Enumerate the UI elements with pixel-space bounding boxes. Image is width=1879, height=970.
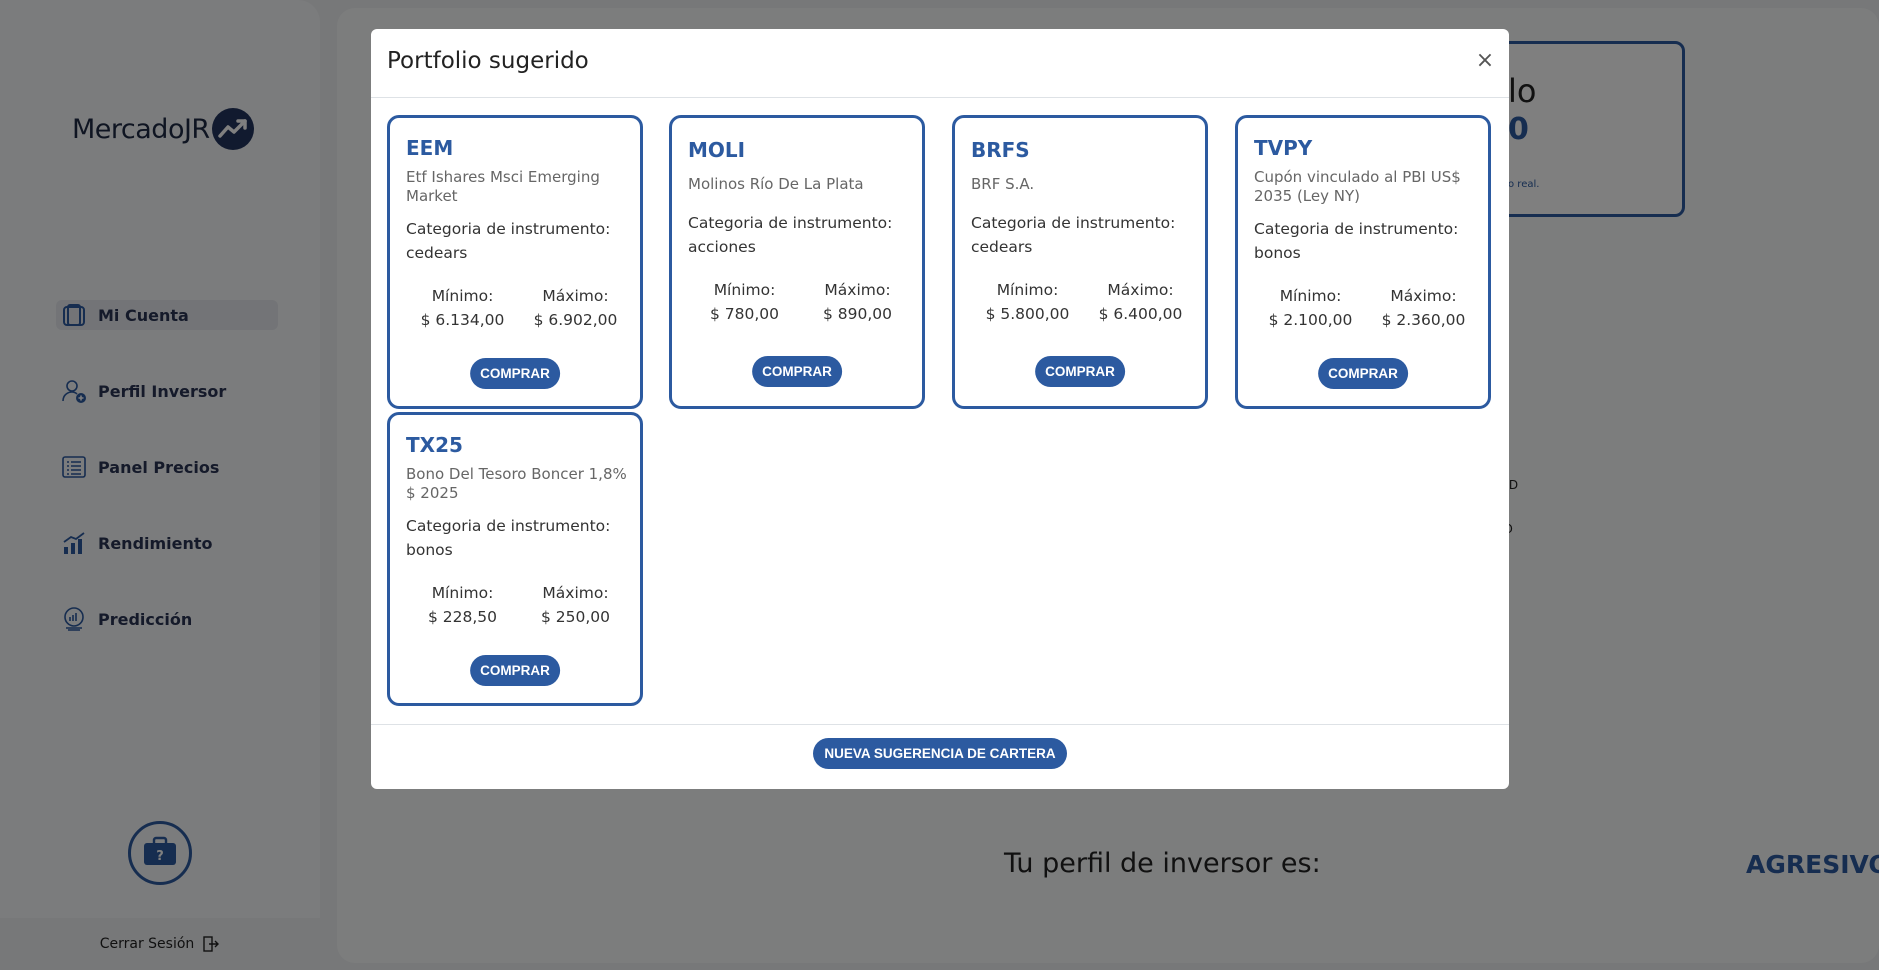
category-label: Categoria de instrumento: <box>688 214 893 232</box>
card-category: Categoria de instrumento: cedears <box>971 211 1197 259</box>
min-label: Mínimo: <box>1279 287 1342 305</box>
min-label: Mínimo: <box>996 281 1059 299</box>
buy-button[interactable]: COMPRAR <box>1318 358 1408 389</box>
card-ticker: BRFS <box>971 138 1030 162</box>
category-label: Categoria de instrumento: <box>971 214 1176 232</box>
close-button[interactable]: × <box>1473 49 1497 73</box>
card-ticker: TVPY <box>1254 136 1313 160</box>
card-name: Molinos Río De La Plata <box>688 175 864 193</box>
instrument-card-tvpy: TVPY Cupón vinculado al PBI US$ 2035 (Le… <box>1235 115 1491 409</box>
max-label: Máximo: <box>824 281 891 299</box>
card-name: Etf Ishares Msci Emerging Market <box>406 168 600 205</box>
category-value: acciones <box>688 238 756 256</box>
card-price-range: Mínimo: $ 6.134,00 Máximo: $ 6.902,00 <box>406 284 632 332</box>
card-ticker: MOLI <box>688 138 746 162</box>
card-category: Categoria de instrumento: bonos <box>1254 217 1480 265</box>
min-value: $ 228,50 <box>427 608 498 626</box>
min-label: Mínimo: <box>713 281 776 299</box>
max-value: $ 250,00 <box>540 608 611 626</box>
card-price-range: Mínimo: $ 2.100,00 Máximo: $ 2.360,00 <box>1254 284 1480 332</box>
card-ticker: TX25 <box>406 433 463 457</box>
card-name: Bono Del Tesoro Boncer 1,8% $ 2025 <box>406 465 627 502</box>
min-label: Mínimo: <box>431 584 494 602</box>
modal-header: Portfolio sugerido × <box>371 29 1509 98</box>
max-value: $ 2.360,00 <box>1381 311 1466 329</box>
min-value: $ 780,00 <box>709 305 780 323</box>
max-value: $ 6.902,00 <box>533 311 618 329</box>
portfolio-modal: Portfolio sugerido × EEM Etf Ishares Msc… <box>371 29 1509 789</box>
min-label: Mínimo: <box>431 287 494 305</box>
category-value: bonos <box>1254 244 1301 262</box>
max-value: $ 890,00 <box>822 305 893 323</box>
instrument-card-brfs: BRFS BRF S.A. Categoria de instrumento: … <box>952 115 1208 409</box>
card-name: Cupón vinculado al PBI US$ 2035 (Ley NY) <box>1254 168 1461 205</box>
card-price-range: Mínimo: $ 780,00 Máximo: $ 890,00 <box>688 278 914 326</box>
category-value: bonos <box>406 541 453 559</box>
category-label: Categoria de instrumento: <box>406 220 611 238</box>
instrument-card-tx25: TX25 Bono Del Tesoro Boncer 1,8% $ 2025 … <box>387 412 643 706</box>
category-value: cedears <box>406 244 468 262</box>
max-label: Máximo: <box>1107 281 1174 299</box>
max-label: Máximo: <box>1390 287 1457 305</box>
card-category: Categoria de instrumento: bonos <box>406 514 632 562</box>
new-suggestion-button[interactable]: NUEVA SUGERENCIA DE CARTERA <box>813 738 1067 769</box>
max-label: Máximo: <box>542 287 609 305</box>
instrument-card-eem: EEM Etf Ishares Msci Emerging Market Cat… <box>387 115 643 409</box>
category-label: Categoria de instrumento: <box>406 517 611 535</box>
buy-button[interactable]: COMPRAR <box>470 655 560 686</box>
min-value: $ 2.100,00 <box>1268 311 1353 329</box>
buy-button[interactable]: COMPRAR <box>1035 356 1125 387</box>
category-label: Categoria de instrumento: <box>1254 220 1459 238</box>
category-value: cedears <box>971 238 1033 256</box>
card-ticker: EEM <box>406 136 454 160</box>
card-category: Categoria de instrumento: cedears <box>406 217 632 265</box>
card-category: Categoria de instrumento: acciones <box>688 211 914 259</box>
modal-footer: NUEVA SUGERENCIA DE CARTERA <box>371 724 1509 789</box>
buy-button[interactable]: COMPRAR <box>470 358 560 389</box>
instrument-card-moli: MOLI Molinos Río De La Plata Categoria d… <box>669 115 925 409</box>
min-value: $ 5.800,00 <box>985 305 1070 323</box>
max-label: Máximo: <box>542 584 609 602</box>
min-value: $ 6.134,00 <box>420 311 505 329</box>
card-price-range: Mínimo: $ 5.800,00 Máximo: $ 6.400,00 <box>971 278 1197 326</box>
modal-title: Portfolio sugerido <box>387 48 589 74</box>
card-name: BRF S.A. <box>971 175 1035 193</box>
card-price-range: Mínimo: $ 228,50 Máximo: $ 250,00 <box>406 581 632 629</box>
max-value: $ 6.400,00 <box>1098 305 1183 323</box>
buy-button[interactable]: COMPRAR <box>752 356 842 387</box>
